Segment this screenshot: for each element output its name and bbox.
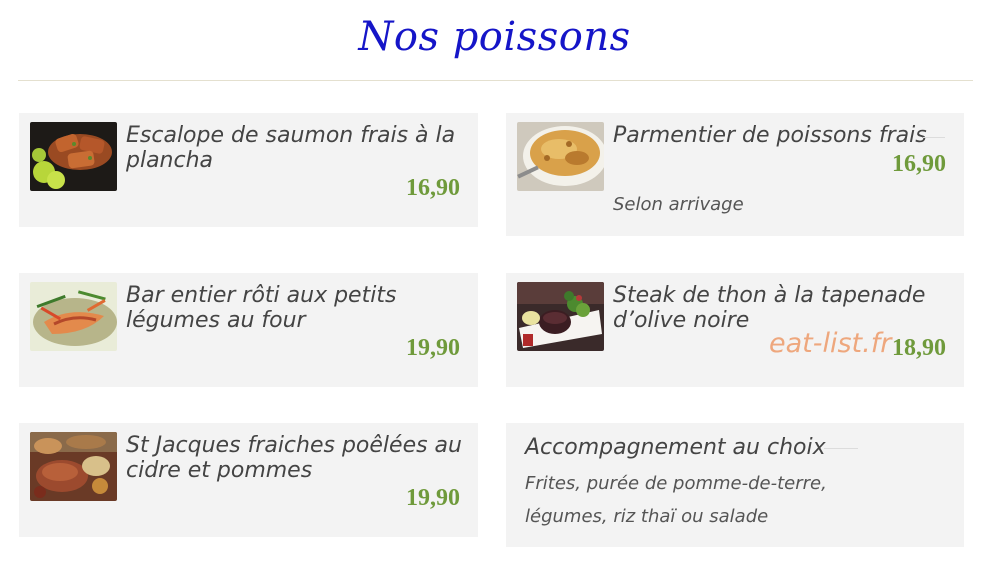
item-note: Selon arrivage	[613, 194, 744, 215]
sides-title: Accompagnement au choix	[525, 435, 826, 460]
item-name: Escalope de saumon frais à la plancha	[126, 123, 456, 173]
menu-item-card: St Jacques fraiches poêlées au cidre et …	[19, 423, 478, 537]
item-price: 16,90	[892, 151, 946, 177]
title-dash	[824, 448, 858, 449]
watermark-logo: eat-list.fr	[769, 328, 892, 359]
item-price: 19,90	[406, 485, 460, 511]
item-name: Bar entier rôti aux petits légumes au fo…	[126, 283, 397, 333]
item-name: St Jacques fraiches poêlées au cidre et …	[126, 433, 462, 483]
sides-line-2: légumes, riz thaï ou salade	[525, 506, 769, 527]
item-name: Steak de thon à la tapenade d’olive noir…	[613, 283, 926, 333]
item-price: 18,90	[892, 335, 946, 361]
title-dash	[923, 137, 945, 138]
sea-bass-photo	[30, 282, 117, 351]
menu-item-card: Escalope de saumon frais à la plancha 16…	[19, 113, 478, 227]
title-divider	[18, 80, 973, 81]
item-price: 16,90	[406, 175, 460, 201]
sides-line-1: Frites, purée de pomme-de-terre,	[525, 473, 827, 494]
item-name: Parmentier de poissons frais	[613, 123, 927, 148]
menu-item-card: Bar entier rôti aux petits légumes au fo…	[19, 273, 478, 387]
menu-item-card: Steak de thon à la tapenade d’olive noir…	[506, 273, 964, 387]
tuna-steak-photo	[517, 282, 604, 351]
scallops-photo	[30, 432, 117, 501]
page-title: Nos poissons	[358, 14, 631, 60]
salmon-dish-photo	[30, 122, 117, 191]
item-price: 19,90	[406, 335, 460, 361]
menu-item-card: Parmentier de poissons frais 16,90 Selon…	[506, 113, 964, 236]
fish-parmentier-photo	[517, 122, 604, 191]
sides-card: Accompagnement au choix Frites, purée de…	[506, 423, 964, 547]
